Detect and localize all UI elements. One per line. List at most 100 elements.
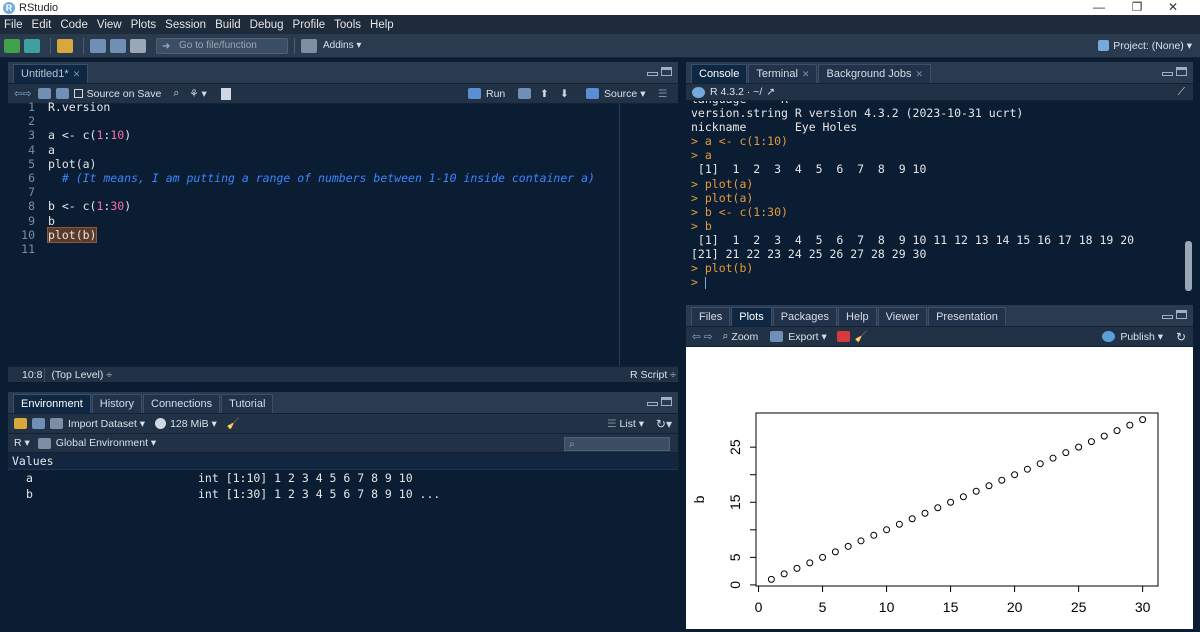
refresh-icon[interactable]: ↻▾ xyxy=(656,417,672,431)
grid-layout-icon[interactable] xyxy=(301,38,317,53)
remove-plot-icon[interactable] xyxy=(836,331,850,342)
tab-terminal[interactable]: Terminal ✕ xyxy=(748,64,818,83)
environment-selector[interactable]: Global Environment ▾ xyxy=(56,437,156,449)
tab-packages[interactable]: Packages xyxy=(772,307,838,326)
close-tab-icon[interactable]: ✕ xyxy=(73,69,81,79)
maximize-pane-icon[interactable] xyxy=(1176,310,1187,319)
maximize-pane-icon[interactable] xyxy=(661,397,672,406)
console-output[interactable]: language Rversion.string R version 4.3.2… xyxy=(686,101,1193,297)
env-search-input[interactable]: ⌕ xyxy=(564,437,670,451)
tab-background-jobs[interactable]: Background Jobs ✕ xyxy=(818,64,932,83)
zoom-button[interactable]: Zoom xyxy=(731,331,758,343)
print-icon[interactable] xyxy=(130,38,146,53)
compile-report-icon[interactable] xyxy=(220,87,231,100)
minimize-pane-icon[interactable] xyxy=(1162,72,1173,76)
tab-help[interactable]: Help xyxy=(838,307,877,326)
restore-button[interactable]: ❐ xyxy=(1122,0,1152,15)
code-line[interactable]: 9b xyxy=(8,214,678,228)
language-selector[interactable]: R ▾ xyxy=(14,437,30,449)
code-line[interactable]: 10 plot(b) xyxy=(8,226,678,243)
code-line[interactable]: 8b <- c(1:30) xyxy=(8,199,678,213)
code-editor[interactable]: 1 R.version 2 3 a <- c(1:10) 4 a 5 plot(a) 6 # (I… xyxy=(8,100,678,366)
close-button[interactable]: ✕ xyxy=(1158,0,1188,15)
minimize-pane-icon[interactable] xyxy=(647,402,658,406)
addins-menu[interactable]: Addins ▾ xyxy=(323,40,361,51)
menu-plots[interactable]: Plots xyxy=(131,19,157,31)
minimize-pane-icon[interactable] xyxy=(1162,315,1173,319)
new-project-icon[interactable] xyxy=(24,38,40,53)
code-line[interactable]: 6 # (It means, I am putting a range of n… xyxy=(8,171,678,185)
publish-button[interactable]: Publish ▾ xyxy=(1102,331,1163,343)
menu-build[interactable]: Build xyxy=(215,19,241,31)
menu-view[interactable]: View xyxy=(97,19,122,31)
go-up-icon[interactable]: ⬆ xyxy=(540,88,549,100)
tab-tutorial[interactable]: Tutorial xyxy=(221,394,274,413)
magic-wand-icon[interactable]: ⚘ ▾ xyxy=(189,88,207,100)
source-button[interactable]: Source ▾ xyxy=(586,88,645,100)
menu-help[interactable]: Help xyxy=(370,19,394,31)
import-dataset-button[interactable]: Import Dataset ▾ xyxy=(68,418,145,430)
pane-controls[interactable] xyxy=(1162,67,1187,76)
project-menu[interactable]: Project: (None) ▾ xyxy=(1098,40,1192,52)
menu-session[interactable]: Session xyxy=(165,19,206,31)
broom-icon[interactable]: 🧹 xyxy=(227,417,240,430)
close-tab-icon[interactable]: ✕ xyxy=(915,69,923,79)
run-button[interactable]: Run xyxy=(468,88,505,100)
export-button[interactable]: Export ▾ xyxy=(788,331,827,343)
maximize-pane-icon[interactable] xyxy=(661,67,672,76)
tab-presentation[interactable]: Presentation xyxy=(928,307,1006,326)
maximize-pane-icon[interactable] xyxy=(1176,67,1187,76)
prev-next-plot-icon[interactable]: ⇦ ⇨ xyxy=(692,331,713,343)
menu-code[interactable]: Code xyxy=(60,19,88,31)
show-in-window-icon[interactable] xyxy=(37,88,51,99)
search-icon[interactable]: ⌕ xyxy=(173,87,179,100)
env-row-b[interactable]: b int [1:30] 1 2 3 4 5 6 7 8 9 10 ... xyxy=(8,486,678,502)
menu-edit[interactable]: Edit xyxy=(32,19,52,31)
tab-connections[interactable]: Connections xyxy=(143,394,221,413)
console-scrollbar[interactable] xyxy=(1184,101,1193,297)
minimize-pane-icon[interactable] xyxy=(647,72,658,76)
goto-file-input[interactable]: ➜ Go to file/function xyxy=(156,37,288,54)
save-icon[interactable] xyxy=(90,38,106,53)
code-line[interactable]: 1 R.version xyxy=(8,100,678,114)
scope-indicator[interactable]: (Top Level) ÷ xyxy=(51,369,112,381)
open-folder-icon[interactable] xyxy=(57,38,73,53)
tab-plots[interactable]: Plots xyxy=(731,307,772,326)
save-file-icon[interactable] xyxy=(55,88,69,99)
code-line[interactable]: 5 plot(a) xyxy=(8,157,678,171)
code-line[interactable]: 2 xyxy=(8,114,678,128)
refresh-plot-icon[interactable]: ↻ xyxy=(1176,330,1186,344)
save-all-icon[interactable] xyxy=(110,38,126,53)
pane-controls[interactable] xyxy=(647,67,672,76)
list-view-selector[interactable]: ☰ List ▾ xyxy=(607,418,644,430)
go-to-directory-icon[interactable]: ↗ xyxy=(766,86,775,98)
tab-environment[interactable]: Environment xyxy=(13,394,91,413)
back-forward-icon[interactable]: ⇦⇨ xyxy=(14,88,32,100)
outline-icon[interactable]: ☰ xyxy=(658,88,667,100)
new-file-icon[interactable] xyxy=(4,38,20,53)
menu-profile[interactable]: Profile xyxy=(293,19,326,31)
clear-plots-icon[interactable]: 🧹 xyxy=(855,330,868,343)
tab-files[interactable]: Files xyxy=(691,307,731,326)
pane-controls[interactable] xyxy=(1162,310,1187,319)
rerun-icon[interactable] xyxy=(518,88,531,99)
minimize-button[interactable]: — xyxy=(1084,0,1114,15)
clear-console-icon[interactable]: ⟋ xyxy=(1178,86,1185,99)
scrollbar-thumb[interactable] xyxy=(1185,241,1192,291)
env-row-a[interactable]: a int [1:10] 1 2 3 4 5 6 7 8 9 10 xyxy=(8,470,678,486)
save-workspace-icon[interactable] xyxy=(32,418,45,429)
memory-usage-button[interactable]: 128 MiB ▾ xyxy=(170,418,217,430)
file-type-selector[interactable]: R Script ÷ xyxy=(630,369,676,381)
tab-history[interactable]: History xyxy=(91,394,142,413)
menu-tools[interactable]: Tools xyxy=(334,19,361,31)
pane-controls[interactable] xyxy=(647,397,672,406)
menu-file[interactable]: File xyxy=(4,19,23,31)
code-line[interactable]: 7 xyxy=(8,185,678,199)
tab-console[interactable]: Console xyxy=(691,64,748,83)
tab-viewer[interactable]: Viewer xyxy=(877,307,928,326)
go-down-icon[interactable]: ⬇ xyxy=(560,88,569,100)
code-line[interactable]: 4a xyxy=(8,143,678,157)
close-tab-icon[interactable]: ✕ xyxy=(802,69,810,79)
tab-untitled1[interactable]: Untitled1* ✕ xyxy=(13,64,89,83)
menu-debug[interactable]: Debug xyxy=(250,19,284,31)
